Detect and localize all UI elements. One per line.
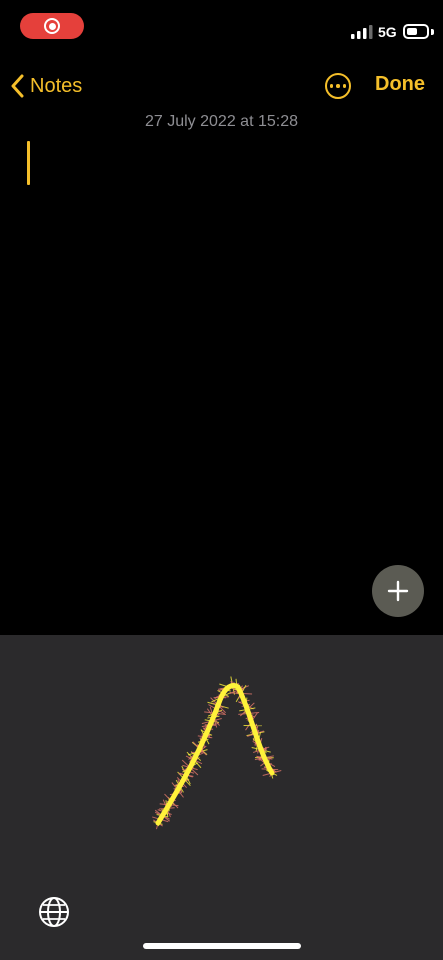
add-button[interactable] [372, 565, 424, 617]
chevron-left-icon [10, 74, 24, 98]
done-button[interactable]: Done [375, 73, 425, 96]
ink-stroke [158, 686, 272, 823]
note-date: 27 July 2022 at 15:28 [0, 113, 443, 131]
handwriting-keyboard[interactable] [0, 635, 443, 960]
battery-level [407, 28, 417, 35]
back-to-notes-button[interactable]: Notes [10, 70, 82, 102]
notes-screen: 5G Notes Done 27 July 2022 at 15:28 [0, 0, 443, 960]
battery-cap [431, 29, 434, 35]
ellipsis-circle-icon[interactable] [325, 73, 351, 99]
globe-icon[interactable] [38, 896, 70, 928]
record-icon [44, 18, 60, 34]
status-bar: 5G [0, 0, 443, 60]
plus-icon [387, 580, 409, 602]
battery-icon [403, 24, 429, 39]
screen-recording-indicator[interactable] [20, 13, 84, 39]
home-indicator[interactable] [143, 943, 301, 949]
back-label: Notes [30, 75, 82, 98]
text-cursor[interactable] [27, 141, 30, 185]
cellular-signal-icon [351, 25, 373, 39]
network-type-label: 5G [378, 24, 397, 40]
